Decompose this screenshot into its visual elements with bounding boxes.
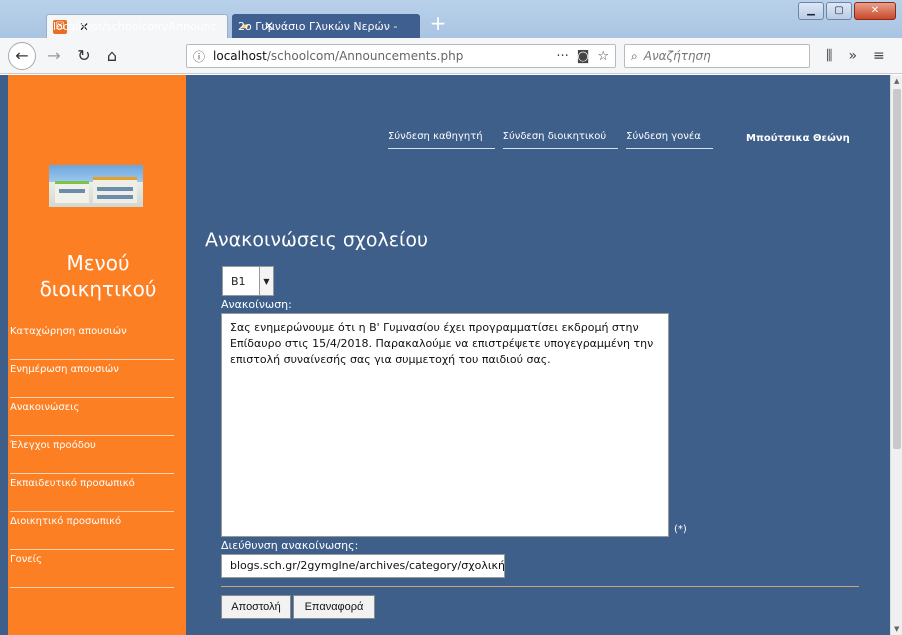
school-building-image [49, 165, 143, 207]
sidebar-item-announcements[interactable]: Ανακοινώσεις [10, 398, 174, 436]
sidebar-item-label: Ενημέρωση απουσιών [10, 364, 119, 375]
url-label: Διεύθυνση ανακοίνωσης: [221, 539, 359, 552]
announcement-textarea[interactable]: Σας ενημερώνουμε ότι η Β' Γυμνασίου έχει… [221, 313, 669, 537]
page-actions-icon[interactable]: ··· [556, 49, 568, 64]
search-placeholder: Αναζήτηση [643, 49, 711, 63]
reload-icon[interactable]: ↻ [72, 44, 96, 68]
sidebar-item-teaching-staff[interactable]: Εκπαιδευτικό προσωπικό [10, 474, 174, 512]
forward-arrow-icon[interactable]: → [42, 44, 66, 68]
new-tab-plus-icon[interactable]: + [426, 12, 450, 36]
sidebar-item-label: Έλεγχοι προόδου [10, 440, 96, 451]
tab-label: localhost/schoolcom/Announc [53, 20, 217, 33]
tab-label: 2ο Γυμνάσιο Γλυκών Νερών - [238, 19, 398, 33]
required-mark: (*) [674, 524, 687, 535]
sidebar-item-parents[interactable]: Γονείς [10, 550, 174, 588]
form-divider [221, 586, 859, 587]
minimize-icon[interactable]: ▁ [798, 2, 824, 20]
announcement-label: Ανακοίνωση: [221, 298, 292, 311]
sidebar-title: Μενού διοικητικού [39, 251, 157, 301]
class-select[interactable]: Β1 ▼ [222, 266, 274, 296]
page-title: Ανακοινώσεις σχολείου [205, 229, 429, 251]
announcement-url-input[interactable]: blogs.sch.gr/2gymglne/archives/category/… [221, 554, 505, 578]
url-host: localhost [213, 49, 267, 63]
nav-parent-login[interactable]: Σύνδεση γονέα [626, 129, 713, 149]
sidebar-item-update-absences[interactable]: Ενημέρωση απουσιών [10, 360, 174, 398]
reset-button[interactable]: Επαναφορά [293, 595, 375, 619]
search-input[interactable]: ⌕ Αναζήτηση [624, 44, 810, 68]
logged-in-user[interactable]: Μπούτσικα Θεώνη [746, 133, 850, 144]
sidebar-item-progress-reports[interactable]: Έλεγχοι προόδου [10, 436, 174, 474]
scrollbar-thumb[interactable] [893, 89, 901, 449]
browser-titlebar: ☒ localhost/schoolcom/Announc ✕ ▰ 2ο Γυμ… [0, 0, 902, 38]
info-icon[interactable]: ⓘ [193, 48, 205, 65]
nav-teacher-login[interactable]: Σύνδεση καθηγητή [388, 129, 495, 149]
page-scrollbar[interactable]: ▲ ▼ [890, 75, 902, 635]
maximize-icon[interactable]: ▢ [826, 2, 852, 20]
submit-button[interactable]: Αποστολή [221, 595, 291, 619]
sidebar-item-register-absences[interactable]: Καταχώρηση απουσιών [10, 322, 174, 360]
overflow-chevron-icon[interactable]: » [848, 48, 857, 64]
sidebar-item-label: Ανακοινώσεις [10, 402, 80, 413]
sidebar-menu: Καταχώρηση απουσιών Ενημέρωση απουσιών Α… [10, 322, 174, 588]
pocket-icon[interactable]: ◙ [577, 49, 590, 64]
sidebar-item-label: Καταχώρηση απουσιών [10, 326, 127, 337]
close-window-icon[interactable]: ✕ [854, 2, 896, 20]
library-icon[interactable]: ⫼ [826, 48, 832, 64]
chevron-down-icon[interactable]: ▼ [259, 267, 273, 295]
top-navigation: Σύνδεση καθηγητή Σύνδεση διοικητικού Σύν… [388, 129, 721, 149]
sidebar: Μενού διοικητικού Καταχώρηση απουσιών Εν… [8, 75, 186, 635]
search-icon: ⌕ [631, 48, 638, 63]
page-content: Μενού διοικητικού Καταχώρηση απουσιών Εν… [0, 75, 890, 635]
nav-admin-login[interactable]: Σύνδεση διοικητικού [502, 129, 619, 149]
sidebar-item-admin-staff[interactable]: Διοικητικό προσωπικό [10, 512, 174, 550]
scroll-down-icon[interactable]: ▼ [894, 625, 899, 633]
url-path: /schoolcom/Announcements.php [266, 49, 464, 63]
class-select-value: Β1 [231, 274, 246, 288]
sidebar-item-label: Γονείς [10, 554, 42, 565]
scroll-up-icon[interactable]: ▲ [894, 77, 899, 85]
tab-school-site[interactable]: ▰ 2ο Γυμνάσιο Γλυκών Νερών - ✕ [232, 14, 420, 38]
home-icon[interactable]: ⌂ [100, 44, 124, 68]
tab-announcements[interactable]: ☒ localhost/schoolcom/Announc ✕ [46, 14, 228, 38]
back-arrow-icon[interactable]: ← [8, 42, 36, 70]
address-bar[interactable]: ⓘ localhost/schoolcom/Announcements.php … [186, 44, 616, 68]
bookmark-star-icon[interactable]: ☆ [597, 49, 609, 64]
window-controls: ▁ ▢ ✕ [798, 2, 896, 20]
sidebar-item-label: Διοικητικό προσωπικό [10, 516, 122, 527]
browser-navbar: ← → ↻ ⌂ ⓘ localhost/schoolcom/Announceme… [0, 38, 902, 74]
hamburger-menu-icon[interactable]: ≡ [873, 48, 885, 64]
sidebar-item-label: Εκπαιδευτικό προσωπικό [10, 478, 135, 489]
